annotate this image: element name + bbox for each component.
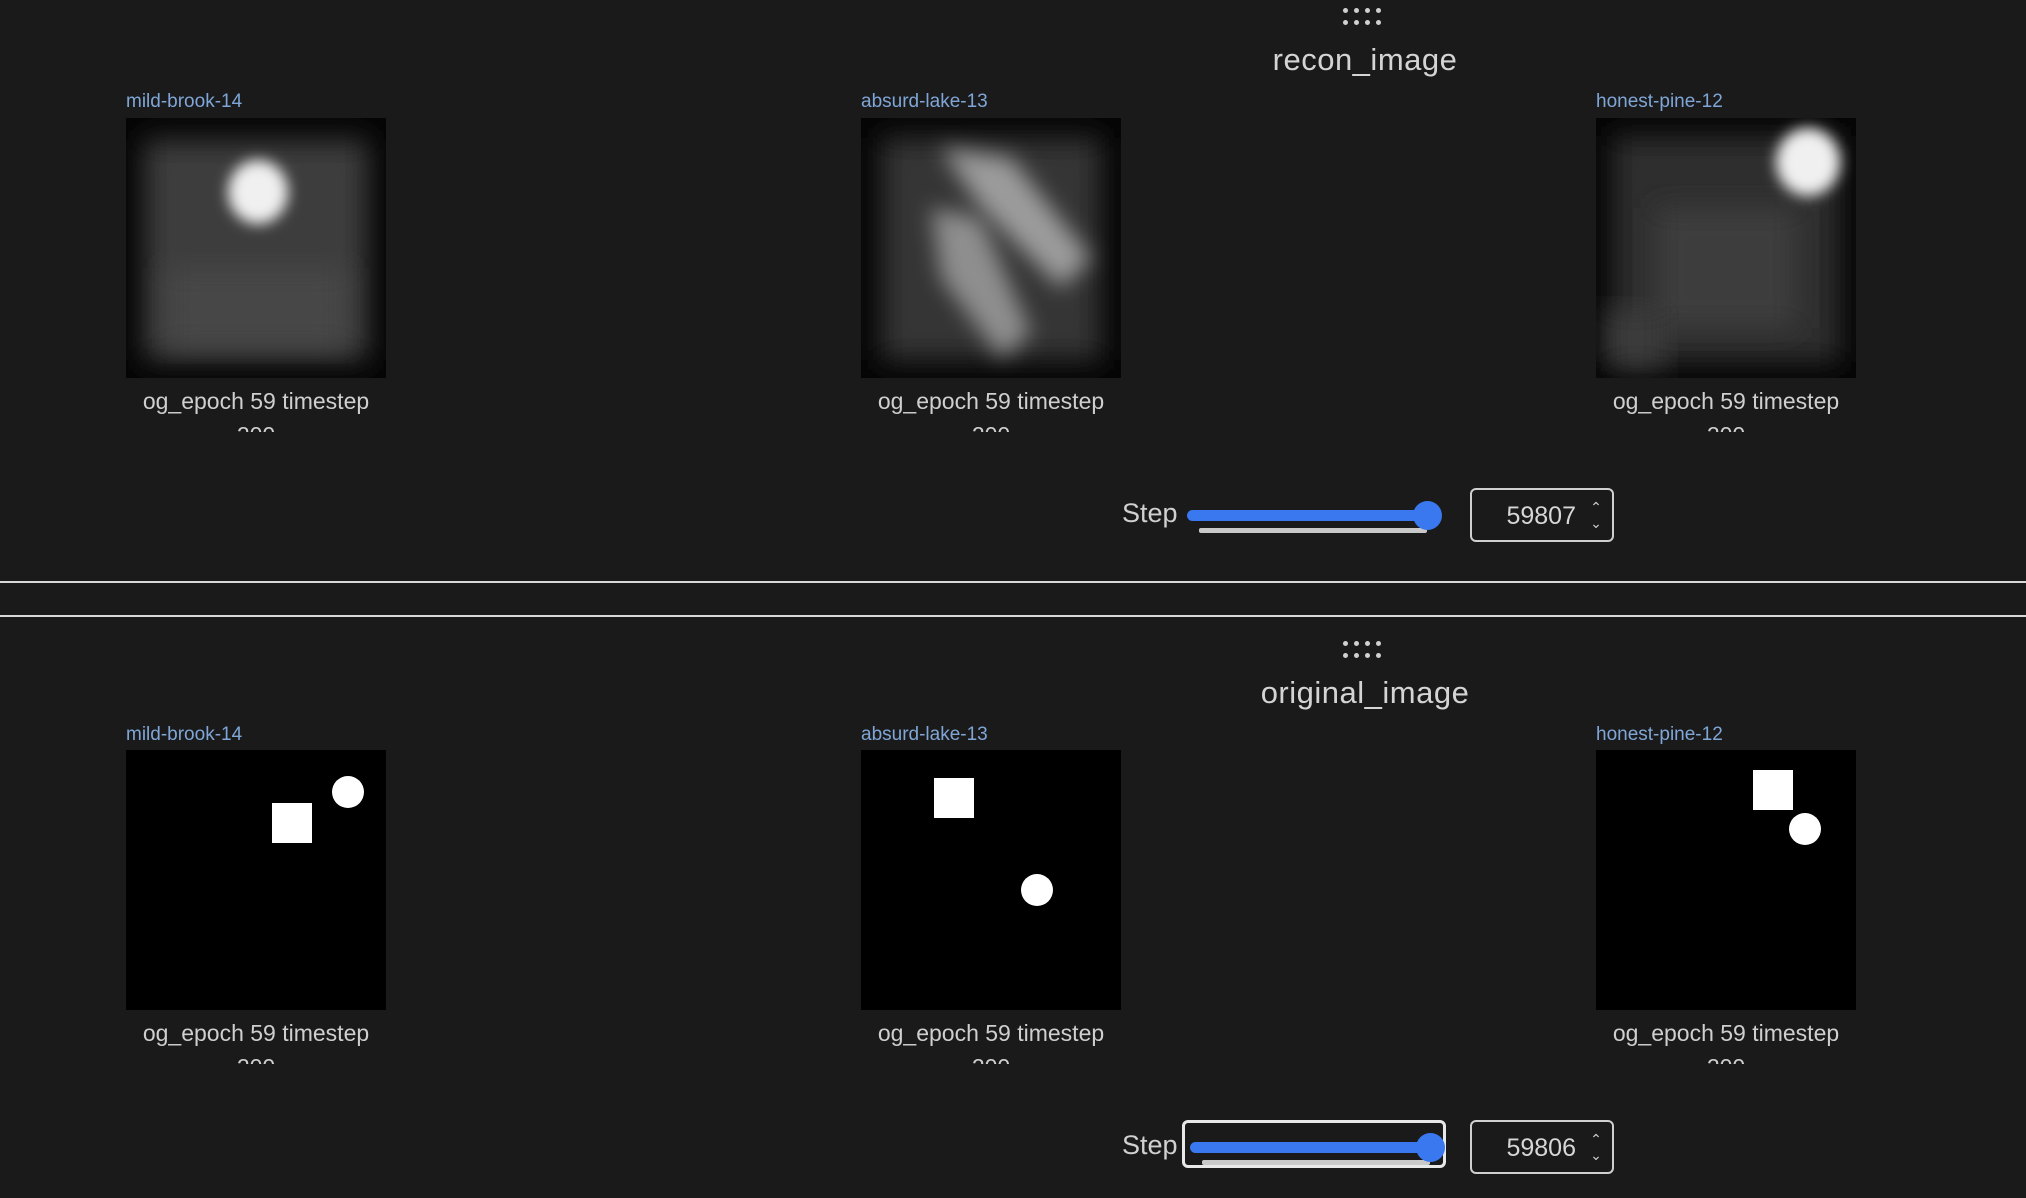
step-slider[interactable] [1182,491,1446,539]
spinner-arrows-icon[interactable]: ⌃ ⌄ [1589,1131,1603,1165]
recon-image-panel: recon_image mild-brook-14 og_epoch 59 ti… [0,0,2026,582]
panel-divider-top [0,581,2026,583]
step-label: Step [1122,498,1178,528]
step-value: 59807 [1506,502,1576,530]
run-caption: og_epoch 59 timestep 200 [1571,1016,1881,1064]
caption-line-1: og_epoch 59 timestep [142,388,370,414]
caption-line-2: 200 [101,1050,411,1064]
panel-title: original_image [0,675,2026,711]
caption-line-1: og_epoch 59 timestep [1612,388,1840,414]
slider-track [1187,510,1427,521]
original-image-thumbnail[interactable] [126,750,386,1010]
run-caption: og_epoch 59 timestep 200 [101,384,411,432]
run-label-mild-brook-14[interactable]: mild-brook-14 [126,91,242,113]
run-caption: og_epoch 59 timestep 200 [1571,384,1881,432]
panel-title-text: recon_image [1272,42,1458,77]
step-number-input[interactable]: 59806 ⌃ ⌄ [1470,1120,1614,1174]
caption-line-1: og_epoch 59 timestep [877,1020,1105,1046]
slider-track [1190,1142,1430,1153]
original-image-shapes [861,750,1121,1010]
recon-image-blurry [861,118,1121,378]
recon-image-blurry [126,118,386,378]
drag-handle-icon[interactable] [1343,8,1387,28]
caption-line-2: 200 [836,418,1146,432]
run-caption: og_epoch 59 timestep 200 [836,1016,1146,1064]
step-label: Step [1122,1130,1178,1160]
slider-handle[interactable] [1416,1133,1445,1162]
caption-line-2: 200 [1571,418,1881,432]
recon-image-thumbnail[interactable] [861,118,1121,378]
original-image-thumbnail[interactable] [1596,750,1856,1010]
caption-line-2: 200 [836,1050,1146,1064]
step-slider[interactable] [1182,1120,1446,1168]
slider-rail [1199,528,1427,533]
run-label-absurd-lake-13[interactable]: absurd-lake-13 [861,91,988,113]
panel-title: recon_image [0,42,2026,78]
run-caption: og_epoch 59 timestep 200 [101,1016,411,1064]
original-image-panel: original_image mild-brook-14 og_epoch 59… [0,617,2026,1198]
original-image-thumbnail[interactable] [861,750,1121,1010]
step-value: 59806 [1506,1134,1576,1162]
slider-handle[interactable] [1413,501,1442,530]
panel-title-text: original_image [1260,675,1470,710]
caption-line-1: og_epoch 59 timestep [1612,1020,1840,1046]
caption-line-2: 200 [101,418,411,432]
spinner-arrows-icon[interactable]: ⌃ ⌄ [1589,499,1603,533]
drag-handle-icon[interactable] [1343,641,1387,661]
run-label-mild-brook-14[interactable]: mild-brook-14 [126,724,242,746]
caption-line-1: og_epoch 59 timestep [877,388,1105,414]
run-caption: og_epoch 59 timestep 200 [836,384,1146,432]
step-number-input[interactable]: 59807 ⌃ ⌄ [1470,488,1614,542]
recon-image-thumbnail[interactable] [1596,118,1856,378]
caption-line-1: og_epoch 59 timestep [142,1020,370,1046]
run-label-honest-pine-12[interactable]: honest-pine-12 [1596,724,1723,746]
caption-line-2: 200 [1571,1050,1881,1064]
recon-image-thumbnail[interactable] [126,118,386,378]
original-image-shapes [1596,750,1856,1010]
slider-rail [1202,1160,1430,1165]
original-image-shapes [126,750,386,1010]
run-label-honest-pine-12[interactable]: honest-pine-12 [1596,91,1723,113]
recon-image-blurry [1596,118,1856,378]
run-label-absurd-lake-13[interactable]: absurd-lake-13 [861,724,988,746]
